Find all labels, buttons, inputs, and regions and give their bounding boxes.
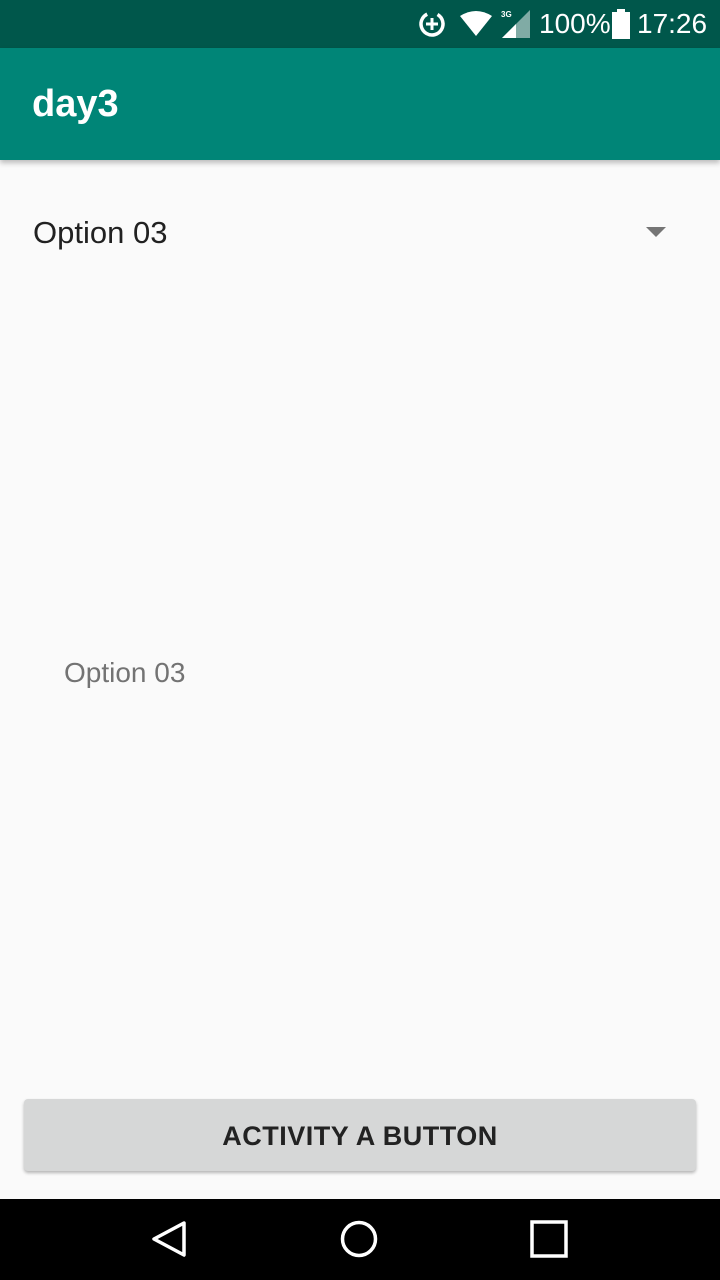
home-icon[interactable] — [335, 1215, 383, 1263]
cell-signal-icon: 3G — [501, 10, 530, 38]
battery-icon — [612, 9, 630, 39]
back-icon[interactable] — [146, 1215, 194, 1263]
network-type-label: 3G — [501, 10, 512, 19]
selected-option-text: Option 03 — [64, 657, 186, 688]
spinner-selected-value: Option 03 — [33, 215, 168, 250]
app-bar: day3 — [0, 48, 720, 160]
recents-icon[interactable] — [525, 1215, 573, 1263]
status-clock: 17:26 — [637, 8, 708, 39]
status-bar: 3G 100% 17:26 — [0, 0, 720, 48]
app-title: day3 — [32, 83, 119, 125]
data-saver-icon — [419, 11, 445, 37]
battery-percent: 100% — [539, 8, 611, 39]
screen: 3G 100% 17:26 day3 Option 03 Option 03 A… — [0, 0, 720, 1280]
wifi-icon — [460, 11, 492, 36]
dropdown-arrow-icon — [646, 227, 666, 237]
navigation-bar — [0, 1199, 720, 1280]
activity-a-button[interactable]: ACTIVITY A BUTTON — [24, 1099, 696, 1171]
option-spinner[interactable]: Option 03 — [0, 186, 720, 282]
